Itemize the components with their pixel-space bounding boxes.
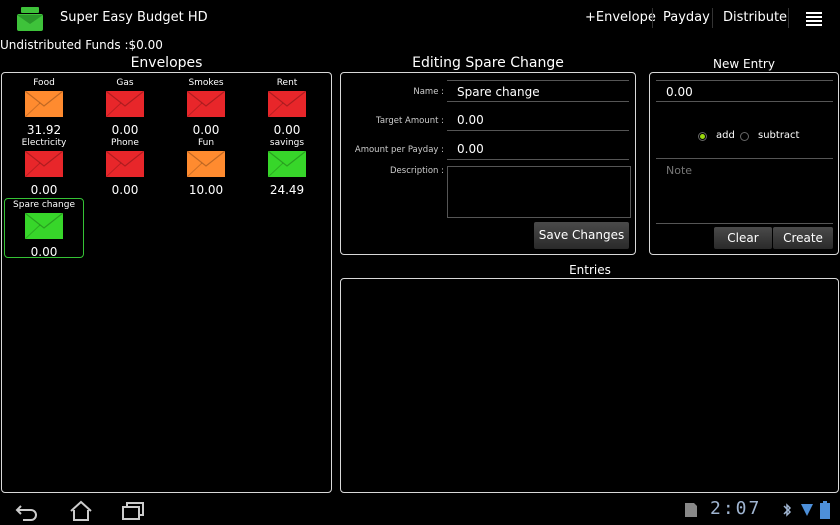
envelope-amount: 0.00 [30, 245, 58, 259]
divider [788, 8, 789, 28]
envelope-icon [186, 90, 226, 118]
divider [652, 8, 653, 28]
clock: 2:07 [710, 498, 762, 519]
envelope-name: Gas [116, 78, 134, 88]
envelope-icon [186, 150, 226, 178]
divider [712, 8, 713, 28]
envelope-amount: 10.00 [188, 183, 224, 197]
envelope-icon [24, 90, 64, 118]
envelope-amount: 0.00 [111, 183, 139, 197]
envelope-item[interactable]: Gas 0.00 [85, 78, 165, 137]
overflow-menu-icon[interactable] [806, 12, 822, 26]
home-icon[interactable] [68, 500, 94, 522]
envelope-name: Electricity [21, 138, 67, 148]
name-field[interactable]: Spare change [447, 80, 629, 102]
note-placeholder: Note [666, 164, 693, 177]
target-amount-field[interactable]: 0.00 [447, 109, 629, 131]
envelope-icon [24, 150, 64, 178]
envelopes-title: Envelopes [130, 55, 203, 71]
envelope-name: Food [33, 78, 55, 88]
envelope-icon [105, 90, 145, 118]
envelope-amount: 31.92 [26, 123, 62, 137]
envelope-name: Smokes [188, 78, 224, 88]
envelope-item[interactable]: savings 24.49 [247, 138, 327, 197]
amount-field[interactable]: 0.00 [656, 80, 833, 102]
envelope-amount: 0.00 [192, 123, 220, 137]
amount-per-payday-label: Amount per Payday : [354, 145, 444, 155]
envelope-icon [267, 150, 307, 178]
envelope-item[interactable]: Spare change 0.00 [4, 198, 84, 259]
subtract-label: subtract [758, 130, 800, 141]
battery-icon [820, 501, 830, 519]
create-button[interactable]: Create [773, 227, 833, 249]
envelope-name: savings [269, 138, 305, 148]
envelope-name: Rent [276, 78, 298, 88]
envelope-item[interactable]: Phone 0.00 [85, 138, 165, 197]
envelope-amount: 0.00 [273, 123, 301, 137]
envelope-icon [105, 150, 145, 178]
envelope-item[interactable]: Smokes 0.00 [166, 78, 246, 137]
description-field[interactable] [447, 166, 631, 218]
amount-per-payday-field[interactable]: 0.00 [447, 138, 629, 160]
envelope-app-icon[interactable] [16, 6, 44, 32]
add-radio[interactable] [698, 132, 707, 141]
envelope-item[interactable]: Fun 10.00 [166, 138, 246, 197]
add-envelope-button[interactable]: +Envelope [585, 10, 656, 25]
recent-apps-icon[interactable] [120, 500, 146, 522]
back-icon[interactable] [14, 500, 40, 522]
new-entry-title: New Entry [713, 57, 775, 71]
distribute-button[interactable]: Distribute [723, 10, 787, 25]
wifi-icon [801, 504, 813, 516]
envelope-item[interactable]: Food 31.92 [4, 78, 84, 137]
entries-title: Entries [569, 263, 611, 277]
envelope-name: Fun [197, 138, 215, 148]
save-changes-button[interactable]: Save Changes [534, 222, 629, 249]
clear-button[interactable]: Clear [714, 227, 772, 249]
add-label: add [716, 130, 735, 141]
envelope-icon [267, 90, 307, 118]
envelope-amount: 0.00 [111, 123, 139, 137]
envelope-amount: 24.49 [269, 183, 305, 197]
description-label: Description : [390, 166, 444, 176]
envelope-item[interactable]: Electricity 0.00 [4, 138, 84, 197]
name-label: Name : [413, 87, 444, 97]
envelope-name: Phone [111, 138, 139, 148]
editing-title: Editing Spare Change [412, 55, 564, 71]
entries-list[interactable] [340, 278, 839, 493]
envelope-amount: 0.00 [30, 183, 58, 197]
note-field[interactable]: Note [656, 158, 833, 224]
app-title: Super Easy Budget HD [60, 10, 208, 25]
bluetooth-icon [783, 503, 792, 517]
target-amount-label: Target Amount : [376, 116, 444, 126]
undistributed-funds: Undistributed Funds :$0.00 [0, 38, 163, 52]
sd-card-icon [685, 503, 697, 517]
envelope-icon [24, 212, 64, 240]
subtract-radio[interactable] [740, 132, 749, 141]
envelope-name: Spare change [13, 200, 75, 210]
payday-button[interactable]: Payday [663, 10, 710, 25]
envelope-item[interactable]: Rent 0.00 [247, 78, 327, 137]
